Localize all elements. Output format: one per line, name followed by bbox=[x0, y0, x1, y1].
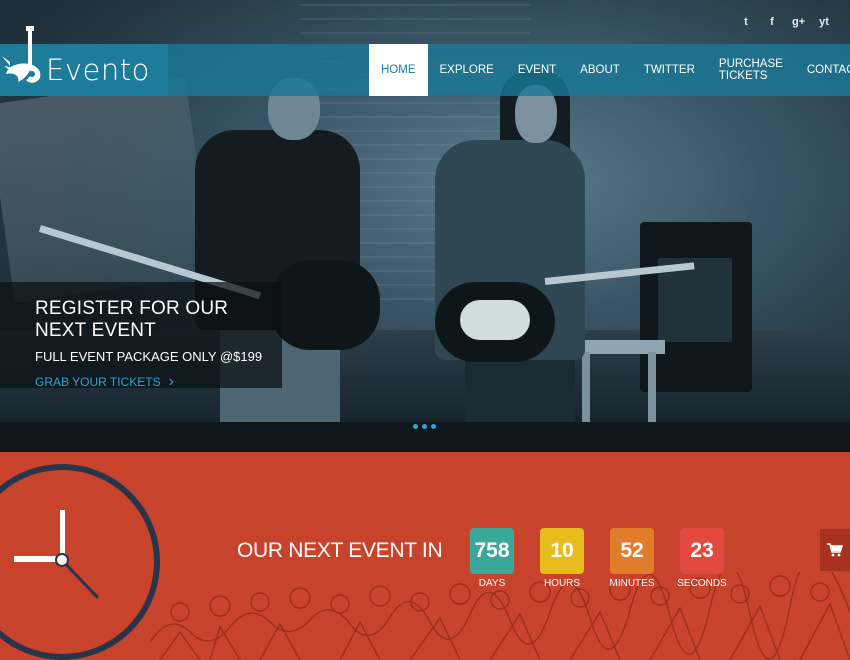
slider-dots bbox=[413, 424, 436, 429]
countdown-seconds-label: SECONDS bbox=[677, 578, 727, 589]
nav-home[interactable]: HOME bbox=[369, 44, 428, 96]
nav-explore[interactable]: EXPLORE bbox=[428, 44, 506, 96]
promo-box: REGISTER FOR OUR NEXT EVENT FULL EVENT P… bbox=[0, 282, 282, 390]
googleplus-icon[interactable]: g+ bbox=[792, 14, 805, 30]
countdown-days-label: DAYS bbox=[478, 578, 506, 589]
youtube-icon[interactable]: yt bbox=[818, 14, 830, 30]
slider-dot[interactable] bbox=[413, 424, 418, 429]
nav-event[interactable]: EVENT bbox=[506, 44, 568, 96]
nav-twitter[interactable]: TWITTER bbox=[632, 44, 707, 96]
slider-dot[interactable] bbox=[431, 424, 436, 429]
logo-text: Evento bbox=[46, 53, 150, 87]
shopping-cart-icon bbox=[827, 543, 843, 557]
countdown-minutes-label: MINUTES bbox=[609, 578, 655, 589]
social-links: t f g+ yt bbox=[740, 14, 830, 30]
countdown-hours-value: 10 bbox=[540, 528, 584, 574]
hero-stool-leg bbox=[582, 352, 590, 422]
facebook-icon[interactable]: f bbox=[766, 14, 778, 30]
grab-tickets-link[interactable]: GRAB YOUR TICKETS › bbox=[35, 374, 282, 390]
countdown-section: OUR NEXT EVENT IN 758 DAYS 10 HOURS 52 M… bbox=[0, 452, 850, 660]
countdown-seconds-value: 23 bbox=[680, 528, 724, 574]
clock-hands-icon bbox=[14, 510, 100, 600]
grab-tickets-label: GRAB YOUR TICKETS bbox=[35, 375, 161, 389]
promo-subtitle: FULL EVENT PACKAGE ONLY @$199 bbox=[35, 349, 263, 364]
countdown-hours-label: HOURS bbox=[543, 578, 581, 589]
guitar-pickguard bbox=[460, 300, 530, 340]
twitter-icon[interactable]: t bbox=[740, 14, 752, 30]
hero-stool-leg bbox=[648, 352, 656, 422]
main-nav: HOME EXPLORE EVENT ABOUT TWITTER PURCHAS… bbox=[369, 44, 850, 96]
countdown-title: OUR NEXT EVENT IN bbox=[237, 539, 443, 562]
bass-body bbox=[270, 260, 380, 350]
nav-about[interactable]: ABOUT bbox=[568, 44, 632, 96]
countdown-minutes-value: 52 bbox=[610, 528, 654, 574]
nav-contact[interactable]: CONTACT bbox=[795, 44, 850, 96]
countdown-days-value: 758 bbox=[470, 528, 514, 574]
logo[interactable]: Evento bbox=[0, 26, 168, 96]
nav-purchase-tickets[interactable]: PURCHASE TICKETS bbox=[707, 44, 795, 96]
chevron-right-icon: › bbox=[168, 373, 174, 390]
promo-title: REGISTER FOR OUR NEXT EVENT bbox=[35, 298, 229, 341]
slider-dot[interactable] bbox=[422, 424, 427, 429]
guitar-wing-icon bbox=[0, 26, 50, 96]
cart-button[interactable] bbox=[820, 529, 850, 571]
